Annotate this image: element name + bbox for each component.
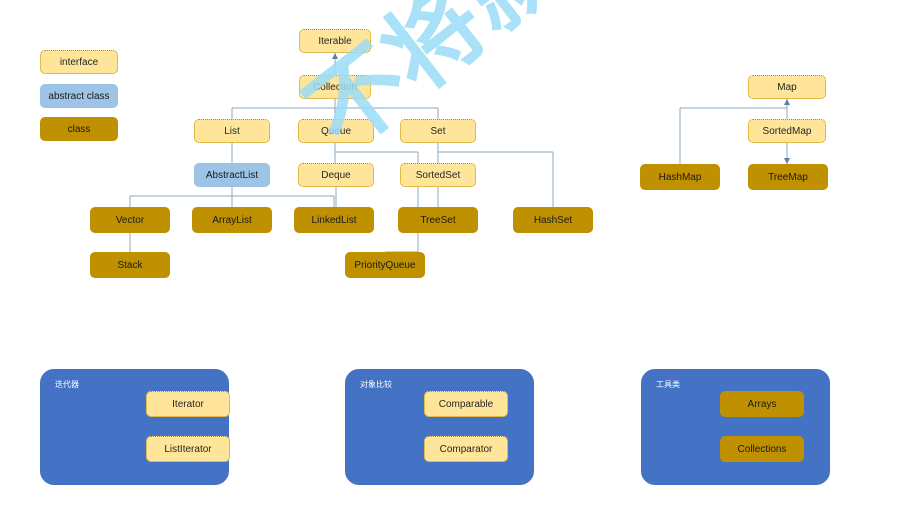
legend-item-cls: class (40, 117, 118, 141)
utility-panel: 工具类 Arrays Collections (641, 369, 830, 485)
utility-panel-title: 工具类 (656, 380, 680, 389)
node-queue[interactable]: Queue (298, 119, 374, 143)
iterator-panel: 迭代器 Iterator ListIterator (40, 369, 230, 485)
node-label: Comparable (438, 398, 494, 410)
node-label: Arrays (747, 398, 777, 410)
node-treeset[interactable]: TreeSet (398, 207, 478, 233)
node-stack[interactable]: Stack (90, 252, 170, 278)
comparison-panel: 对象比较 Comparable Comparator (345, 369, 534, 485)
utility-panel-node-arrays[interactable]: Arrays (720, 391, 804, 417)
node-collection[interactable]: Collection (299, 75, 371, 99)
node-label: Comparator (439, 443, 493, 455)
comparison-panel-node-comparator[interactable]: Comparator (424, 436, 508, 462)
node-label: Collection (313, 81, 357, 93)
node-label: LinkedList (311, 214, 357, 226)
node-label: HashSet (533, 214, 573, 226)
node-list[interactable]: List (194, 119, 270, 143)
utility-panel-node-collections[interactable]: Collections (720, 436, 804, 462)
node-abstractlist[interactable]: AbstractList (194, 163, 270, 187)
node-label: Vector (115, 214, 145, 226)
node-label: Iterator (172, 398, 204, 410)
node-label: Map (777, 81, 797, 93)
node-label: SortedMap (762, 125, 812, 137)
node-label: TreeSet (420, 214, 456, 226)
node-label: AbstractList (205, 169, 259, 181)
diagram-canvas: 不将就 interface abstract class class Iterabl… (0, 0, 912, 509)
comparison-panel-node-comparable[interactable]: Comparable (424, 391, 508, 417)
node-label: Set (430, 125, 446, 137)
node-label: PriorityQueue (354, 259, 416, 271)
node-linkedlist[interactable]: LinkedList (294, 207, 374, 233)
node-label: ArrayList (212, 214, 252, 226)
legend-item-abstract: abstract class (40, 84, 118, 108)
iterator-panel-node-listiterator[interactable]: ListIterator (146, 436, 230, 462)
node-label: SortedSet (415, 169, 461, 181)
iterator-panel-title: 迭代器 (55, 380, 79, 389)
node-iterable[interactable]: Iterable (299, 29, 371, 53)
node-label: ListIterator (164, 443, 212, 455)
comparison-panel-title: 对象比较 (360, 380, 392, 389)
node-map[interactable]: Map (748, 75, 826, 99)
node-label: Stack (117, 259, 143, 271)
node-label: List (224, 125, 240, 137)
node-label: Collections (737, 443, 787, 455)
node-sortedset[interactable]: SortedSet (400, 163, 476, 187)
legend-item-iface: interface (40, 50, 118, 74)
node-deque[interactable]: Deque (298, 163, 374, 187)
node-label: interface (59, 56, 99, 68)
node-label: HashMap (658, 171, 702, 183)
node-arraylist[interactable]: ArrayList (192, 207, 272, 233)
node-priorityqueue[interactable]: PriorityQueue (345, 252, 425, 278)
node-label: Deque (321, 169, 351, 181)
node-treemap[interactable]: TreeMap (748, 164, 828, 190)
node-sortedmap[interactable]: SortedMap (748, 119, 826, 143)
node-label: Iterable (318, 35, 352, 47)
node-set[interactable]: Set (400, 119, 476, 143)
node-label: abstract class (48, 90, 110, 102)
node-label: TreeMap (768, 171, 808, 183)
iterator-panel-node-iterator[interactable]: Iterator (146, 391, 230, 417)
node-vector[interactable]: Vector (90, 207, 170, 233)
node-label: class (67, 123, 91, 135)
node-hashmap[interactable]: HashMap (640, 164, 720, 190)
node-hashset[interactable]: HashSet (513, 207, 593, 233)
node-label: Queue (320, 125, 352, 137)
